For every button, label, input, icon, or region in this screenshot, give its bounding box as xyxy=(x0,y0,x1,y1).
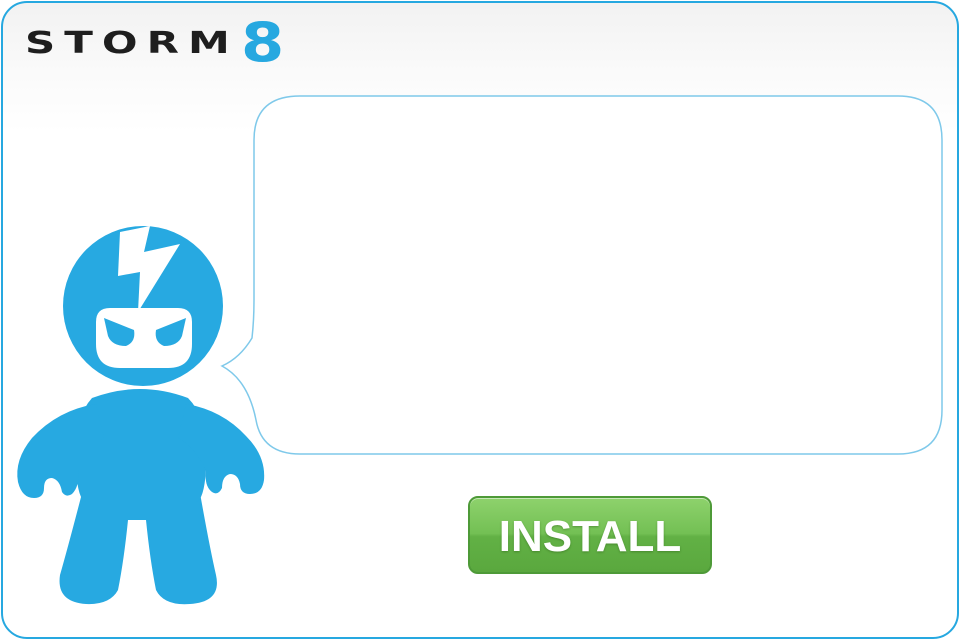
install-button[interactable]: INSTALL xyxy=(468,496,712,574)
storm8-logo: storm 8 xyxy=(25,15,284,71)
logo-number: 8 xyxy=(240,11,284,74)
logo-wordmark: storm xyxy=(25,25,239,61)
